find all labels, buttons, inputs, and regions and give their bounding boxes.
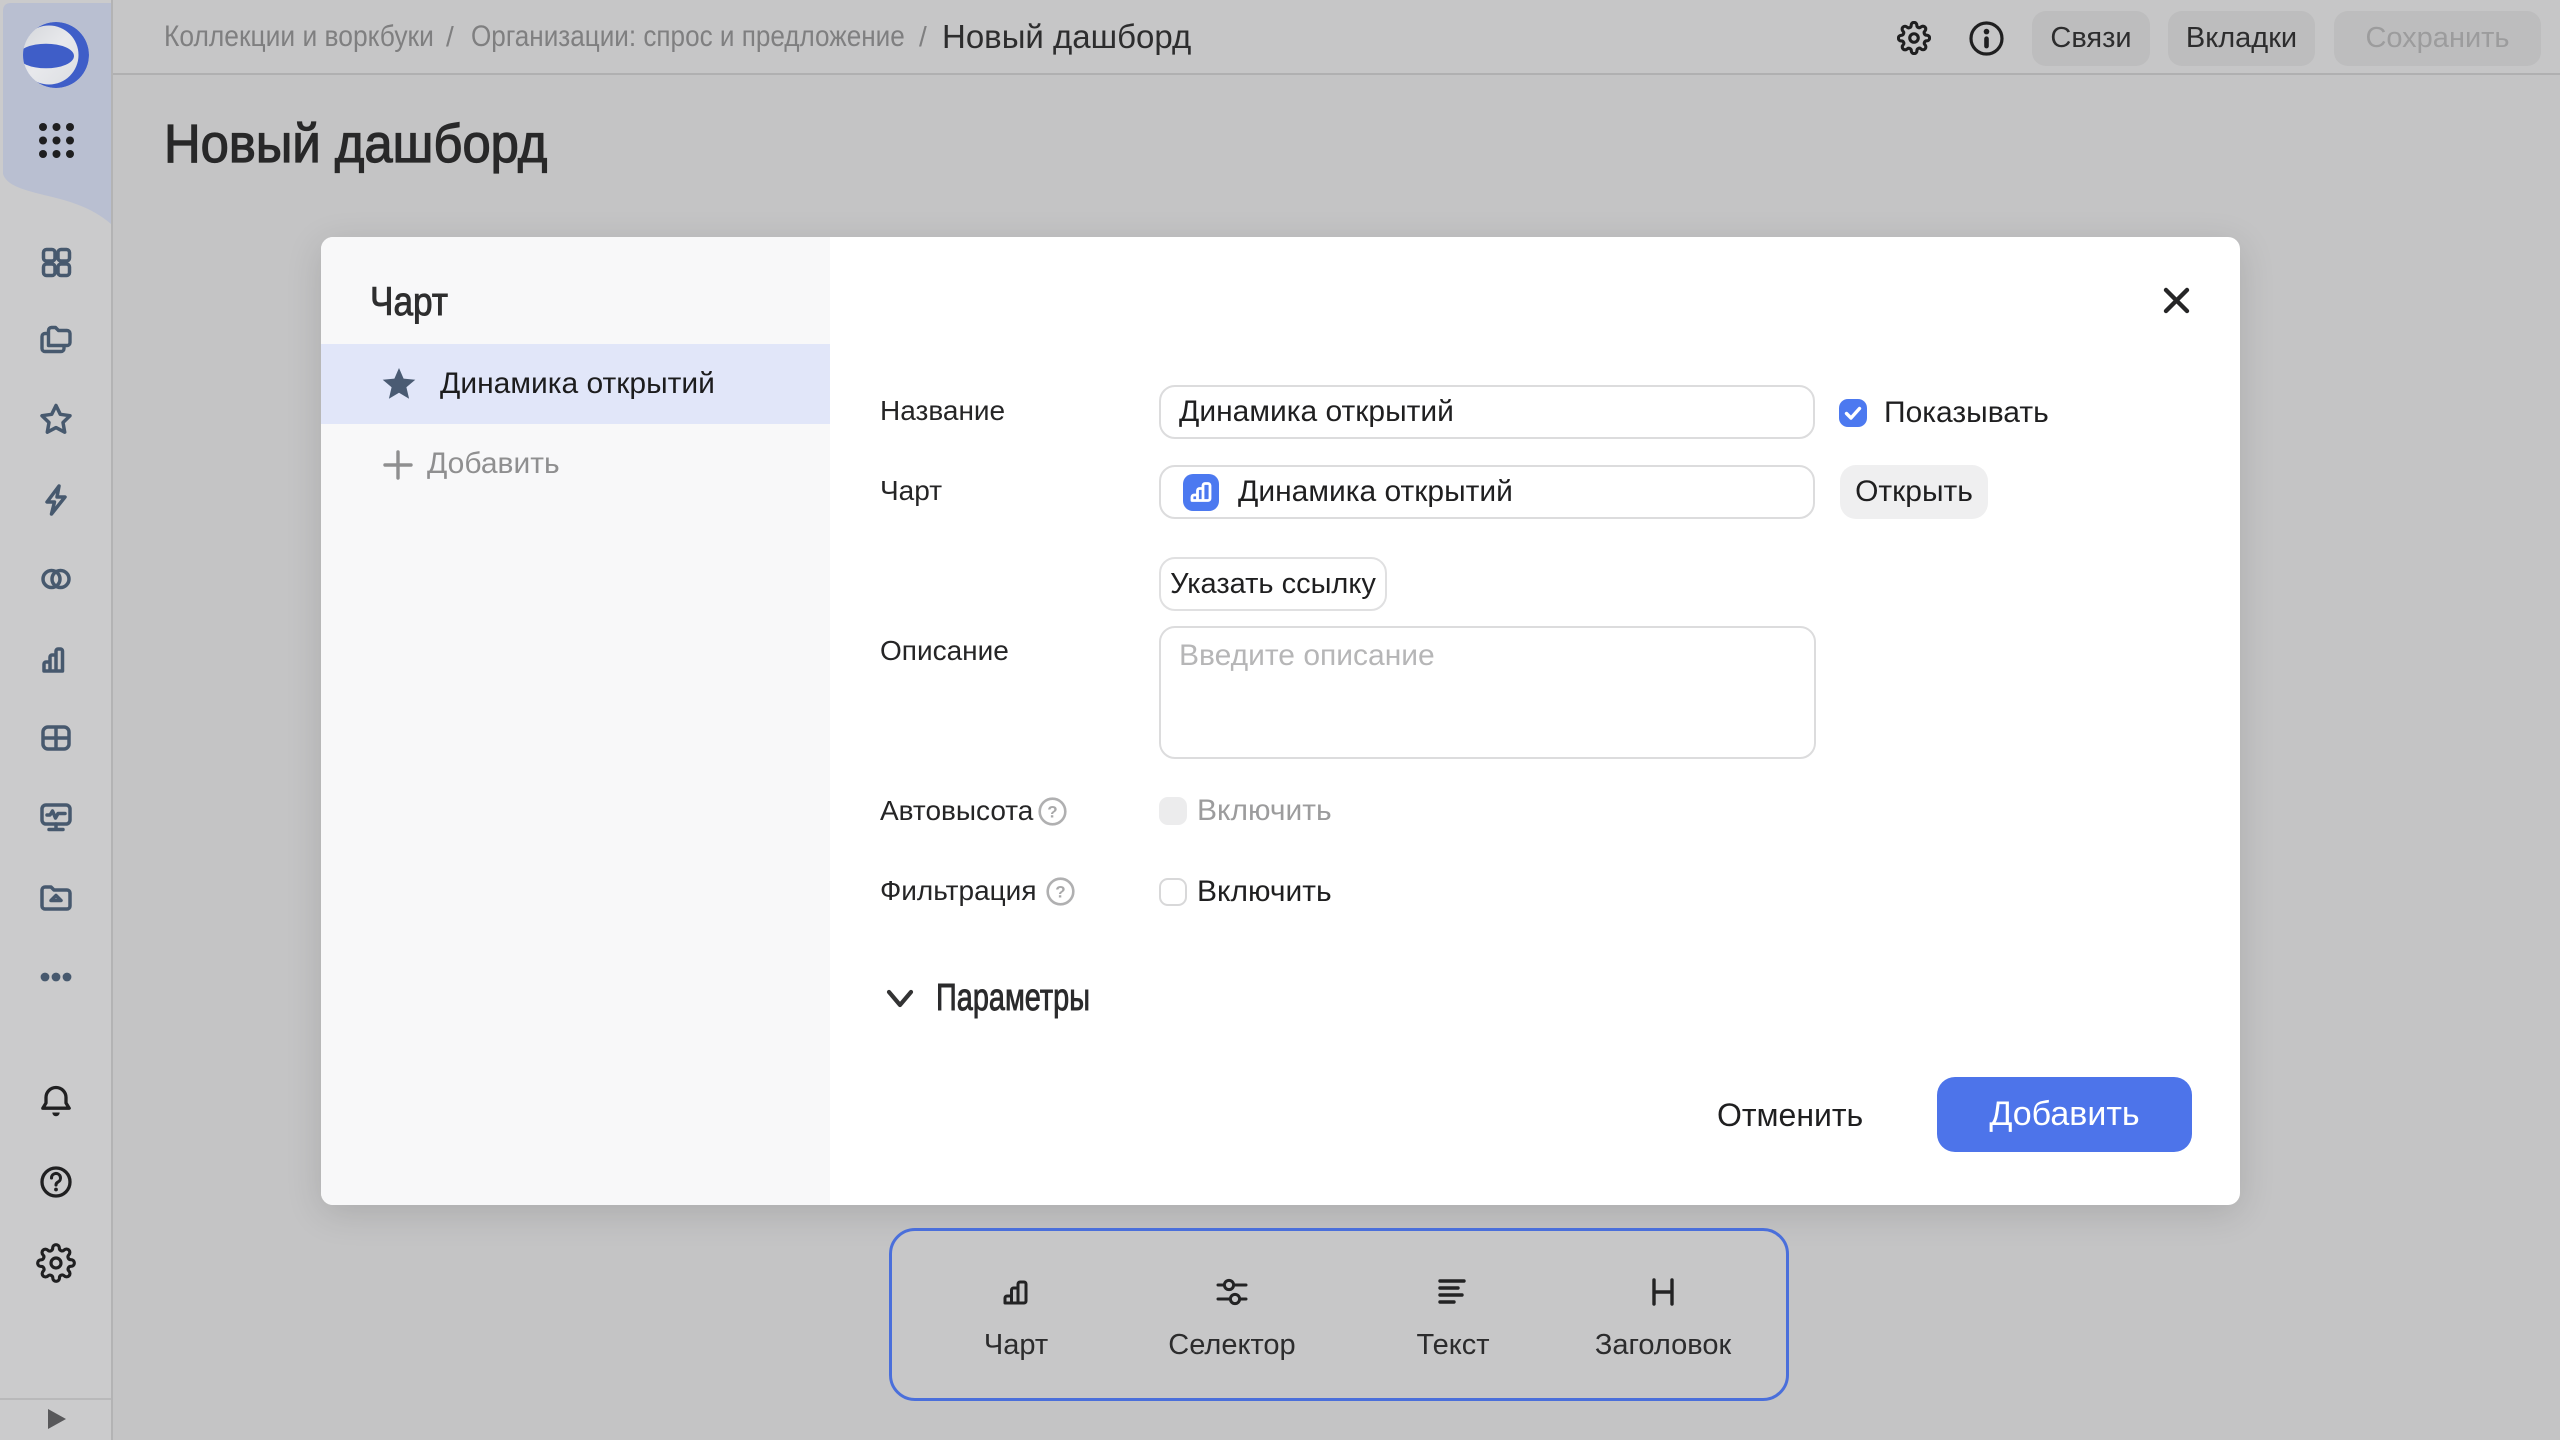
svg-text:?: ? <box>1047 803 1057 822</box>
svg-text:?: ? <box>1055 883 1065 902</box>
